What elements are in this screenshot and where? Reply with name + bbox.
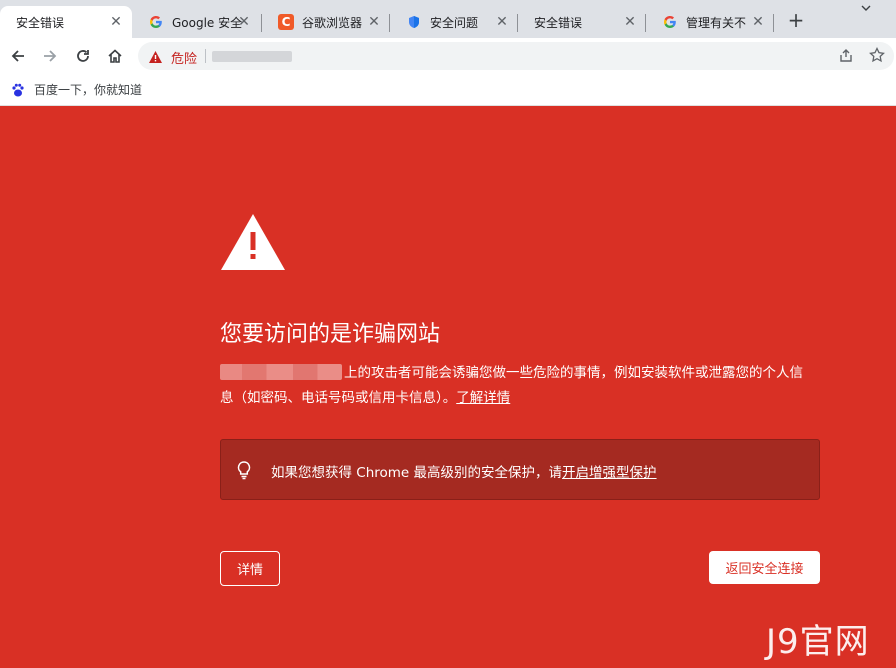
interstitial-page: 您要访问的是诈骗网站 上的攻击者可能会诱骗您做一些危险的事情，例如安装软件或泄露… [0,106,896,668]
bookmarks-bar: 百度一下，你就知道 [0,74,896,106]
baidu-paw-icon [10,82,26,98]
tab-google-safety[interactable]: Google 安全 ✕ [132,6,260,38]
close-icon[interactable]: ✕ [622,14,638,30]
warning-icon[interactable] [148,49,163,68]
tab-security-issue[interactable]: 安全问题 ✕ [390,6,518,38]
shield-icon [406,14,422,30]
tab-separator [773,14,774,32]
tab-title: Google 安全 [172,15,243,30]
tab-title: 管理有关不 [686,15,747,30]
tab-chrome-browser[interactable]: C 谷歌浏览器 ✕ [262,6,390,38]
home-icon [108,49,122,63]
forward-button[interactable] [36,42,64,70]
close-icon[interactable]: ✕ [494,14,510,30]
redacted-site-url [220,364,342,380]
learn-more-link[interactable]: 了解详情 [456,390,510,406]
home-button[interactable] [101,42,129,70]
back-to-safety-button[interactable]: 返回安全连接 [709,551,820,584]
watermark: J9官网 [766,622,870,662]
close-icon[interactable]: ✕ [366,14,382,30]
arrow-right-icon [44,50,57,62]
page-title: 您要访问的是诈骗网站 [220,322,441,347]
tab-title: 安全问题 [430,15,479,30]
enable-enhanced-protection-link[interactable]: 开启增强型保护 [562,465,657,481]
lightbulb-icon [235,460,253,484]
new-tab-button[interactable]: + [785,9,807,31]
close-icon[interactable]: ✕ [750,14,766,30]
omnibox-divider [205,49,206,63]
tab-title: 安全错误 [16,15,65,30]
toolbar: 危险 [0,38,896,74]
tip-prefix: 如果您想获得 Chrome 最高级别的安全保护，请 [271,465,563,481]
tab-title: 安全错误 [534,15,583,30]
tab-security-error[interactable]: 安全错误 ✕ [0,6,132,38]
reload-button[interactable] [69,42,97,70]
bookmark-label: 百度一下，你就知道 [34,83,143,97]
tab-strip: 安全错误 ✕ Google 安全 ✕ C 谷歌浏览器 ✕ 安全问题 ✕ 安全错误… [0,0,896,38]
address-bar[interactable]: 危险 [138,42,894,70]
google-icon [662,14,678,30]
tip-text: 如果您想获得 Chrome 最高级别的安全保护，请开启增强型保护 [271,461,657,481]
tab-search-chevron-icon[interactable] [860,2,872,16]
arrow-left-icon [11,50,24,62]
warning-triangle-icon [220,212,286,276]
reload-icon [77,50,89,62]
bookmark-star-icon[interactable] [869,46,885,67]
c-logo-icon: C [278,14,294,30]
details-button[interactable]: 详情 [220,551,280,586]
google-icon [148,14,164,30]
tab-manage-unrelated[interactable]: 管理有关不 ✕ [646,6,774,38]
close-icon[interactable]: ✕ [108,14,124,30]
warning-description: 上的攻击者可能会诱骗您做一些危险的事情，例如安装软件或泄露您的个人信息（如密码、… [220,361,810,411]
tab-security-error-2[interactable]: 安全错误 ✕ [518,6,646,38]
redacted-url[interactable] [212,51,292,62]
security-status-label[interactable]: 危险 [171,48,197,67]
share-icon[interactable] [838,48,854,68]
close-icon[interactable]: ✕ [236,14,252,30]
enhanced-protection-tip: 如果您想获得 Chrome 最高级别的安全保护，请开启增强型保护 [220,439,820,500]
back-button[interactable] [4,42,32,70]
bookmark-baidu[interactable]: 百度一下，你就知道 [10,81,142,98]
tab-title: 谷歌浏览器 [302,15,363,30]
